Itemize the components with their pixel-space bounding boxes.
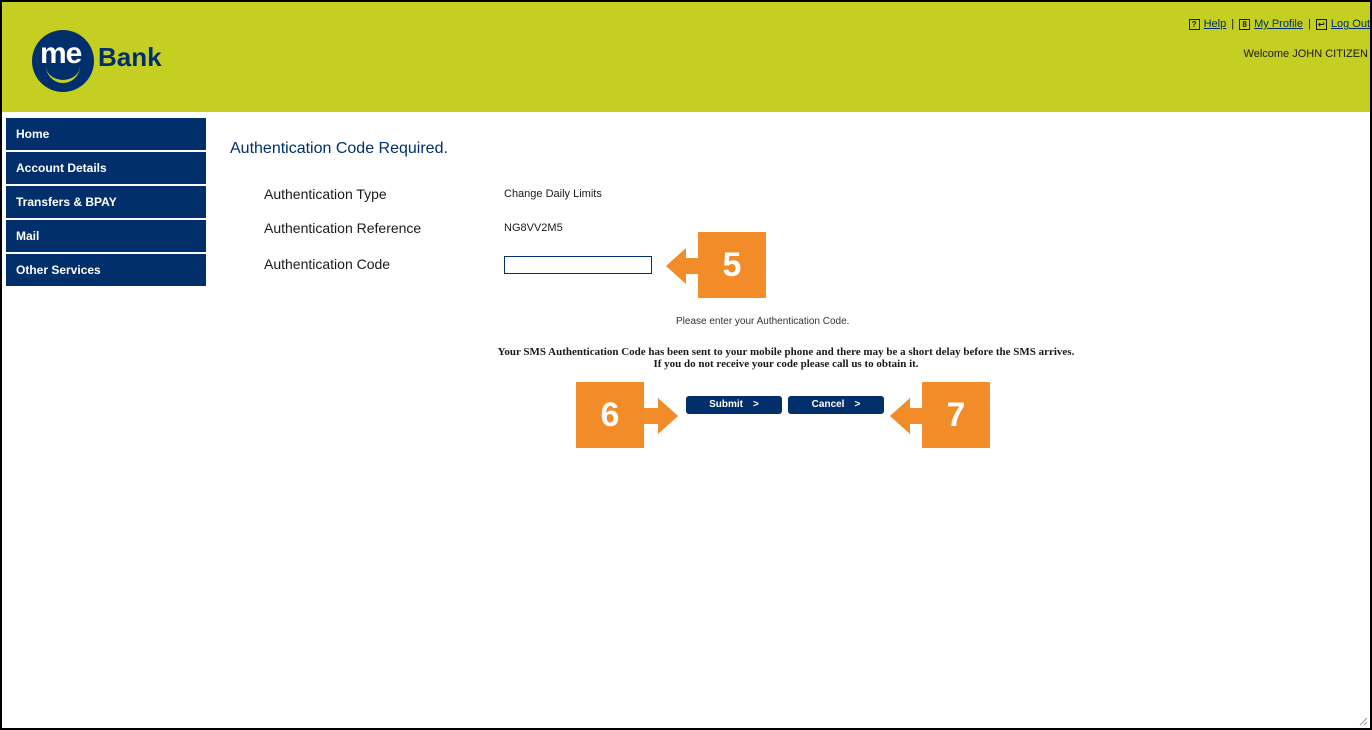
submit-button-label: Submit	[709, 399, 744, 410]
auth-ref-value: NG8VV2M5	[504, 222, 563, 234]
profile-icon: 8	[1239, 18, 1251, 30]
callout-5-arrow-icon	[666, 248, 702, 284]
sidebar-item-other-services[interactable]: Other Services	[6, 254, 206, 286]
resize-grip-icon[interactable]	[1358, 716, 1368, 726]
sidebar-item-home[interactable]: Home	[6, 118, 206, 150]
my-profile-link[interactable]: My Profile	[1254, 18, 1303, 30]
chevron-right-icon: >	[753, 399, 759, 410]
page-title: Authentication Code Required.	[230, 140, 448, 157]
callout-6-arrow-icon	[642, 398, 678, 434]
top-links: ? Help | 8 My Profile | ↩ Log Out	[1188, 18, 1370, 30]
sidebar-item-account-details[interactable]: Account Details	[6, 152, 206, 184]
auth-code-label: Authentication Code	[264, 256, 391, 272]
cancel-button[interactable]: Cancel >	[788, 396, 884, 414]
welcome-text: Welcome JOHN CITIZEN	[1243, 48, 1368, 60]
help-link[interactable]: Help	[1204, 18, 1227, 30]
chevron-right-icon: >	[854, 399, 861, 410]
link-separator: |	[1308, 18, 1311, 30]
auth-type-label: Authentication Type	[264, 186, 387, 202]
callout-7-badge: 7	[922, 382, 990, 448]
sms-info-line-2: If you do not receive your code please c…	[653, 358, 919, 370]
auth-ref-label: Authentication Reference	[264, 220, 422, 236]
link-separator: |	[1231, 18, 1235, 30]
sms-info-message: Your SMS Authentication Code has been se…	[396, 346, 1176, 370]
logout-link[interactable]: Log Out	[1331, 18, 1370, 30]
enter-code-prompt: Please enter your Authentication Code.	[676, 316, 850, 327]
page-frame: me Bank ? Help | 8 My Profile | ↩ Log Ou…	[0, 0, 1372, 730]
help-icon: ?	[1188, 18, 1200, 30]
mebank-logo[interactable]: me	[32, 30, 94, 92]
auth-type-value: Change Daily Limits	[504, 188, 602, 200]
logo-bank-text: Bank	[98, 42, 162, 72]
header-bar: me Bank ? Help | 8 My Profile | ↩ Log Ou…	[2, 2, 1370, 112]
sidebar-item-transfers-bpay[interactable]: Transfers & BPAY	[6, 186, 206, 218]
sidebar-item-mail[interactable]: Mail	[6, 220, 206, 252]
auth-code-input[interactable]	[504, 256, 652, 274]
sidebar-nav: Home Account Details Transfers & BPAY Ma…	[6, 118, 206, 288]
callout-7-arrow-icon	[890, 398, 926, 434]
callout-6-badge: 6	[576, 382, 644, 448]
cancel-button-label: Cancel	[811, 399, 845, 410]
callout-5-badge: 5	[698, 232, 766, 298]
submit-button[interactable]: Submit >	[686, 396, 782, 414]
logout-icon: ↩	[1315, 18, 1327, 30]
sms-info-line-1: Your SMS Authentication Code has been se…	[497, 346, 1075, 358]
